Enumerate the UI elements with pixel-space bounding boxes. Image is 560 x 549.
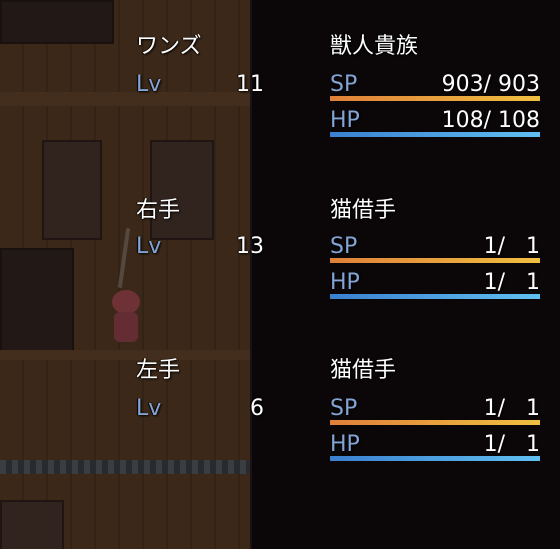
sp-value: 1/ 1 xyxy=(483,234,540,259)
sp-label: SP xyxy=(330,396,358,421)
hp-value: 1/ 1 xyxy=(483,432,540,457)
hp-gauge: HP 108/ 108 xyxy=(330,106,540,140)
level-label: Lv xyxy=(136,396,162,421)
sp-label: SP xyxy=(330,234,358,259)
level-label: Lv xyxy=(136,72,162,97)
sp-fill xyxy=(330,96,540,101)
hp-label: HP xyxy=(330,108,360,133)
sp-fill xyxy=(330,420,540,425)
member-class: 猫借手 xyxy=(330,198,397,223)
member-name: 右手 xyxy=(136,198,181,223)
level-label: Lv xyxy=(136,234,162,259)
sp-label: SP xyxy=(330,72,358,97)
member-name: ワンズ xyxy=(136,34,202,59)
member-class: 猫借手 xyxy=(330,358,397,383)
member-name: 左手 xyxy=(136,358,181,383)
level-value: 6 xyxy=(250,396,264,421)
hp-value: 1/ 1 xyxy=(483,270,540,295)
hp-fill xyxy=(330,132,540,137)
hp-fill xyxy=(330,294,540,299)
sp-gauge: SP 903/ 903 xyxy=(330,70,540,104)
sp-gauge: SP 1/ 1 xyxy=(330,232,540,266)
sp-fill xyxy=(330,258,540,263)
member-class: 獣人貴族 xyxy=(330,34,419,59)
sp-gauge: SP 1/ 1 xyxy=(330,394,540,428)
level-value: 11 xyxy=(236,72,264,97)
hp-gauge: HP 1/ 1 xyxy=(330,430,540,464)
hp-fill xyxy=(330,456,540,461)
sp-value: 1/ 1 xyxy=(483,396,540,421)
level-value: 13 xyxy=(236,234,264,259)
hp-label: HP xyxy=(330,270,360,295)
hp-value: 108/ 108 xyxy=(441,108,540,133)
hp-label: HP xyxy=(330,432,360,457)
sp-value: 903/ 903 xyxy=(441,72,540,97)
hp-gauge: HP 1/ 1 xyxy=(330,268,540,302)
